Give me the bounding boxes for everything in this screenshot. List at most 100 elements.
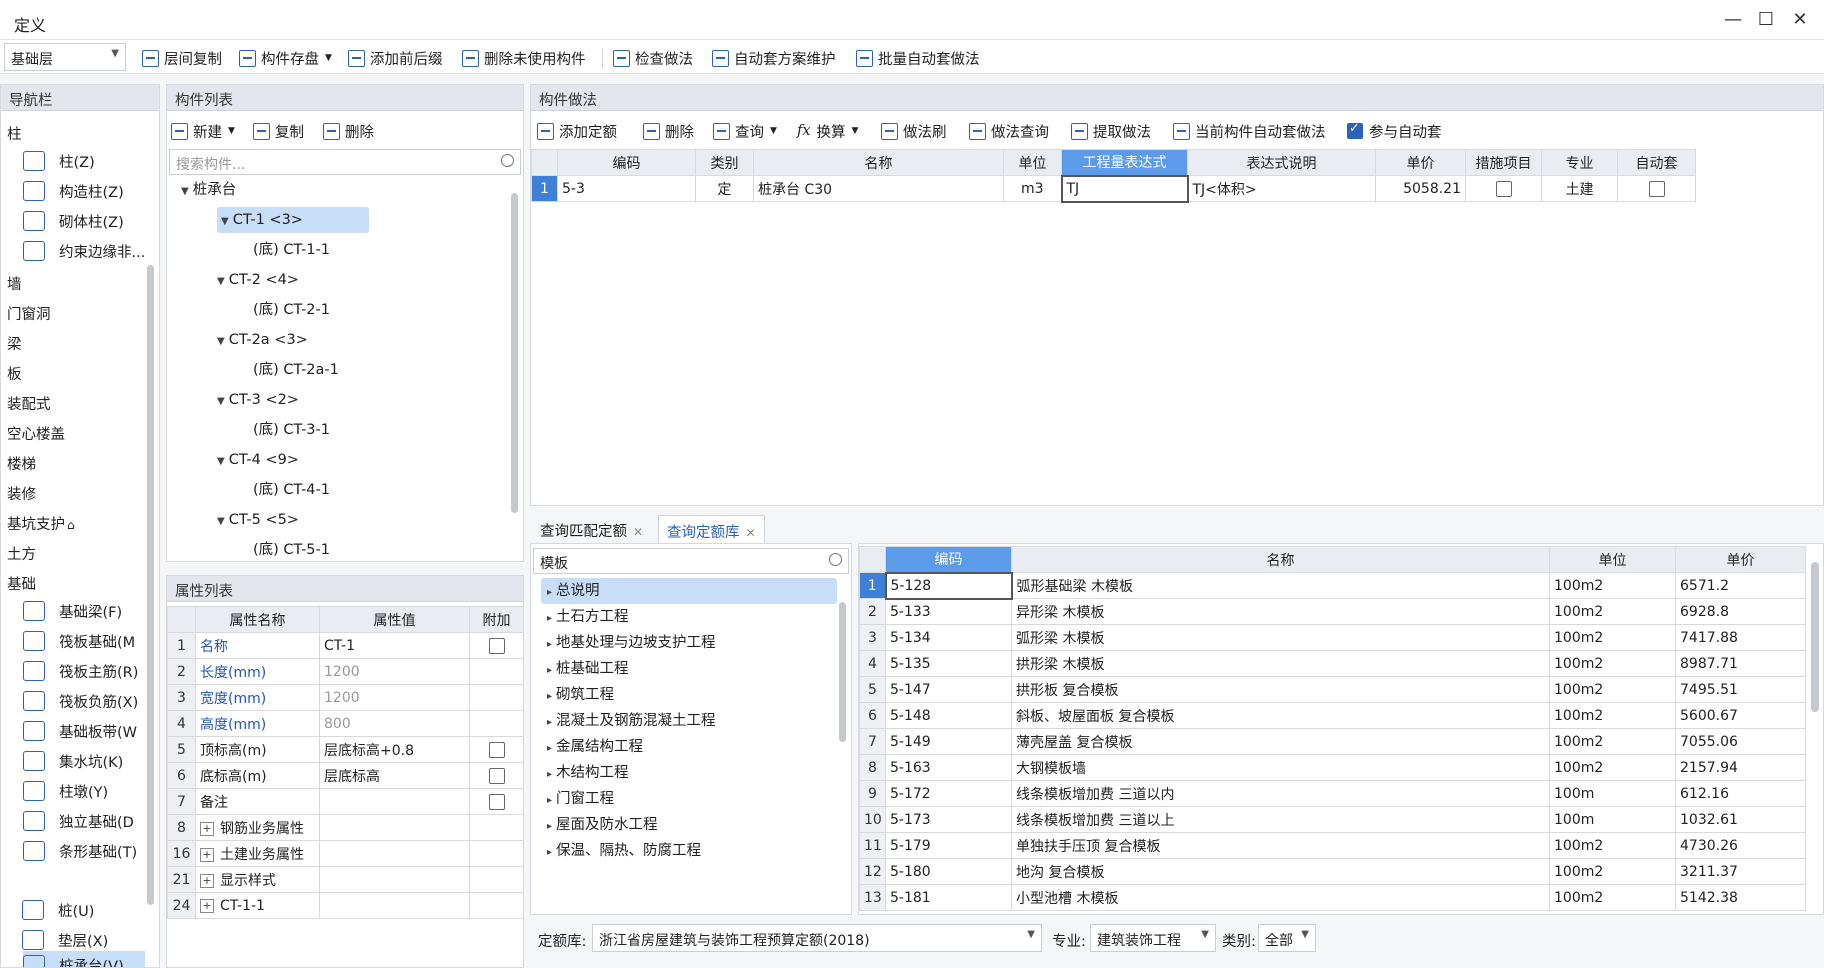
nav-cat-wall[interactable]: 墙 [7,273,22,294]
library-tree-item[interactable]: ▸ 门窗工程 [541,786,837,812]
prop-value[interactable]: CT-1 [319,632,470,659]
table-row[interactable]: 16 + 土建业务属性 [167,840,523,867]
cell-name[interactable]: 弧形梁 木模板 [1011,624,1550,651]
table-row[interactable]: 4 5-135 拱形梁 木模板 100m2 8987.71 [859,650,1806,677]
table-row[interactable]: 3 5-134 弧形梁 木模板 100m2 7417.88 [859,624,1806,651]
nav-cat-foundation[interactable]: 基础 [7,573,36,594]
prop-value[interactable] [319,788,470,815]
table-row[interactable]: 11 5-179 单独扶手压顶 复合模板 100m2 4730.26 [859,832,1806,859]
nav-item-pile[interactable]: 桩(U) [22,896,144,924]
table-row[interactable]: 9 5-172 线条模板增加费 三道以内 100m 612.16 [859,780,1806,807]
cell-price[interactable]: 7055.06 [1675,728,1806,755]
auto-apply-button[interactable]: 当前构件自动套做法 [1173,119,1326,143]
prop-value[interactable] [319,840,470,867]
expand-icon[interactable]: + [200,821,214,836]
nav-item-strip-found[interactable]: 条形基础(T) [23,837,145,865]
cell-price[interactable]: 7417.88 [1675,624,1806,651]
cell-unit[interactable]: 100m2 [1549,728,1676,755]
cell-type[interactable]: 定 [695,175,754,202]
table-row[interactable]: 3 宽度(mm) 1200 [167,684,523,711]
quota-library-select[interactable]: 浙江省房屋建筑与装饰工程预算定额(2018) ▼ [592,924,1042,952]
method-query-button[interactable]: 做法查询 [969,119,1049,143]
component-list-scrollbar[interactable] [511,193,518,513]
cell-price[interactable]: 1032.61 [1675,806,1806,833]
tree-child-ct2-1[interactable]: (底) CT-2-1 [253,297,330,323]
library-tree-item[interactable]: ▸ 混凝土及钢筋混凝土工程 [541,708,837,734]
nav-item-sump[interactable]: 集水坑(K) [23,747,145,775]
prop-attach[interactable] [469,892,523,919]
cell-auto[interactable] [1617,175,1696,202]
table-row[interactable]: 12 5-180 地沟 复合模板 100m2 3211.37 [859,858,1806,885]
close-icon[interactable]: ✕ [633,525,643,539]
tab-match-quota[interactable]: 查询匹配定额 ✕ [532,515,651,543]
prop-attach[interactable] [469,866,523,893]
prop-value[interactable]: 层底标高+0.8 [319,736,470,763]
prop-value[interactable]: 层底标高 [319,762,470,789]
table-row[interactable]: 5 5-147 拱形板 复合模板 100m2 7495.51 [859,676,1806,703]
tree-node-ct2a[interactable]: ▼ CT-2a <3> [217,327,308,353]
library-tree-item[interactable]: ▸ 桩基础工程 [541,656,837,682]
cell-unit[interactable]: 100m2 [1549,650,1676,677]
prop-value[interactable] [319,866,470,893]
table-row[interactable]: 21 + 显示样式 [167,866,523,893]
cell-code[interactable]: 5-149 [885,728,1012,755]
prop-value[interactable] [319,814,470,841]
cell-unit[interactable]: 100m2 [1549,702,1676,729]
library-tree-item[interactable]: ▸ 金属结构工程 [541,734,837,760]
tree-child-ct5-1[interactable]: (底) CT-5-1 [253,537,330,561]
library-table-scrollbar[interactable] [1811,562,1819,712]
cell-name[interactable]: 小型池槽 木模板 [1011,884,1550,911]
cell-price[interactable]: 6928.8 [1675,598,1806,625]
minimize-button[interactable]: — [1719,8,1747,32]
prop-attach[interactable] [469,710,523,737]
cell-code[interactable]: 5-180 [885,858,1012,885]
cell-price[interactable]: 5058.21 [1375,175,1466,202]
cell-unit[interactable]: 100m2 [1549,572,1676,599]
component-search-input[interactable]: 搜索构件... [169,149,521,175]
library-tree-item[interactable]: ▸ 木结构工程 [541,760,837,786]
cell-code[interactable]: 5-163 [885,754,1012,781]
tree-node-ct5[interactable]: ▼ CT-5 <5> [217,507,299,533]
nav-item-raft[interactable]: 筏板基础(M [23,627,145,655]
table-row[interactable]: 24 + CT-1-1 [167,892,523,919]
prop-attach[interactable] [469,632,523,659]
cell-name[interactable]: 弧形基础梁 木模板 [1011,572,1550,599]
tree-child-ct1-1[interactable]: (底) CT-1-1 [253,237,330,263]
cell-name[interactable]: 斜板、坡屋面板 复合模板 [1011,702,1550,729]
table-row[interactable]: 2 长度(mm) 1200 [167,658,523,685]
cell-unit[interactable]: 100m2 [1549,598,1676,625]
tree-node-ct4[interactable]: ▼ CT-4 <9> [217,447,299,473]
tree-child-ct2a-1[interactable]: (底) CT-2a-1 [253,357,339,383]
cell-measure[interactable] [1465,175,1542,202]
check-method-button[interactable]: 检查做法 [613,46,693,70]
cell-price[interactable]: 612.16 [1675,780,1806,807]
prop-attach[interactable] [469,736,523,763]
nav-cat-stair[interactable]: 楼梯 [7,453,36,474]
cell-name[interactable]: 桩承台 C30 [753,175,1004,202]
cell-code[interactable]: 5-134 [885,624,1012,651]
prop-value[interactable] [319,892,470,919]
library-tree-item[interactable]: ▸ 保温、隔热、防腐工程 [541,838,837,864]
library-search-input[interactable]: 模板 [533,548,849,574]
table-row[interactable]: 6 5-148 斜板、坡屋面板 复合模板 100m2 5600.67 [859,702,1806,729]
nav-cat-col[interactable]: 柱 [7,123,22,144]
cell-major[interactable]: 土建 [1541,175,1618,202]
cell-code[interactable]: 5-3 [557,175,696,202]
cell-unit[interactable]: 100m [1549,780,1676,807]
method-brush-button[interactable]: 做法刷 [881,119,947,143]
auto-participate-checkbox[interactable]: 参与自动套 [1347,119,1442,143]
cell-unit[interactable]: 100m2 [1549,624,1676,651]
cell-expr[interactable]: TJ [1060,174,1189,203]
cell-unit[interactable]: m3 [1003,175,1062,202]
prop-attach[interactable] [469,658,523,685]
tree-node-ct1[interactable]: ▼ CT-1 <3> [217,207,369,233]
cell-name[interactable]: 地沟 复合模板 [1011,858,1550,885]
cell-name[interactable]: 大钢模板墙 [1011,754,1550,781]
nav-item-pier[interactable]: 柱墩(Y) [23,777,145,805]
tree-root[interactable]: ▼ 桩承台 [181,177,236,203]
prop-value[interactable]: 800 [319,710,470,737]
cell-desc[interactable]: TJ<体积> [1187,175,1376,202]
library-tree-item[interactable]: ▸ 屋面及防水工程 [541,812,837,838]
cell-unit[interactable]: 100m2 [1549,884,1676,911]
query-button[interactable]: 查询 ▼ [713,119,777,143]
